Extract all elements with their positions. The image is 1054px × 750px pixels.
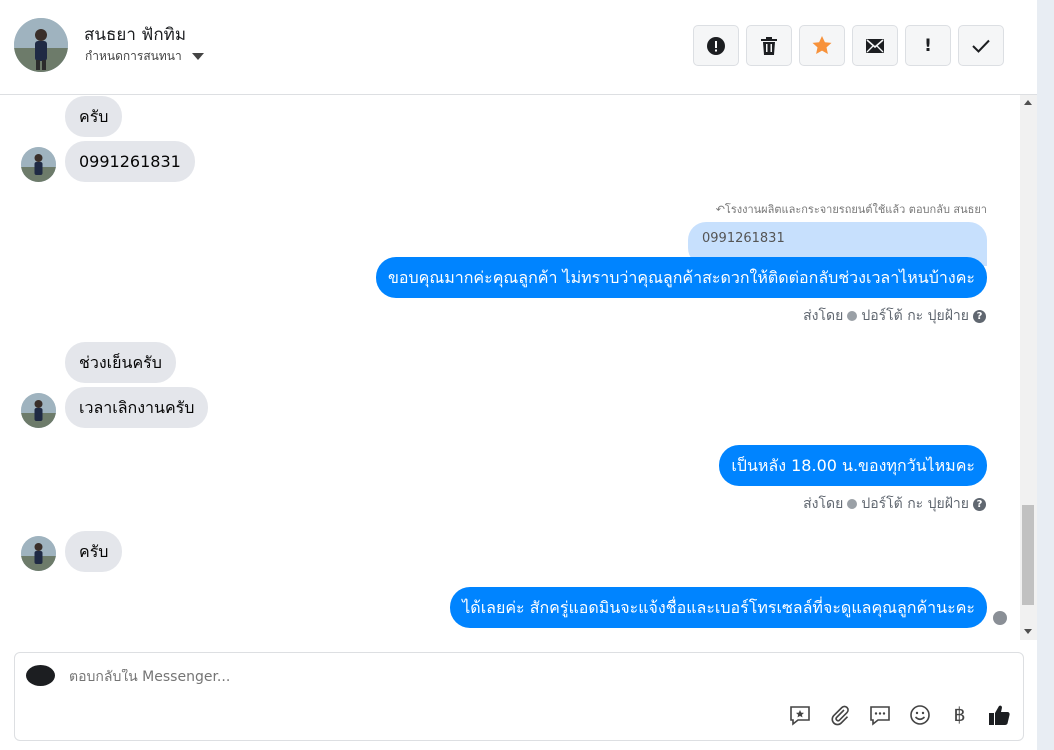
reply-composer: ฿ (14, 652, 1024, 741)
scroll-thumb[interactable] (1022, 505, 1034, 605)
seen-avatar (993, 611, 1007, 625)
message-text: ช่วงเย็นครับ (79, 353, 162, 372)
verified-icon (847, 311, 858, 321)
done-button[interactable] (958, 25, 1004, 66)
message-text: ครับ (79, 107, 109, 126)
message-text: 0991261831 (79, 152, 181, 171)
message-thread[interactable]: ครับ 0991261831 ↶โรงงานผลิตและกระจายรถยน… (0, 95, 1020, 640)
contact-name: สนธยา ฟักทิม (84, 25, 187, 45)
emoji-icon[interactable] (908, 703, 931, 726)
message-text: เวลาเลิกงานครับ (79, 398, 195, 417)
contact-avatar-small[interactable] (21, 147, 56, 182)
scroll-down-icon[interactable] (1024, 629, 1032, 634)
spam-button[interactable] (693, 25, 739, 66)
mark-unread-button[interactable] (852, 25, 898, 66)
incoming-message: ครับ (65, 531, 123, 572)
message-text: ได้เลยค่ะ สักครู่แอดมินจะแจ้งชื่อและเบอร… (462, 598, 975, 617)
alert-circle-icon (707, 36, 725, 55)
incoming-message: เวลาเลิกงานครับ (65, 387, 209, 428)
delete-button[interactable] (746, 25, 792, 66)
star-button[interactable] (799, 25, 845, 66)
incoming-message: ครับ (65, 96, 123, 137)
follow-up-button[interactable]: ! (905, 25, 951, 66)
conversation-schedule-dropdown[interactable]: กำหนดการสนทนา (85, 47, 204, 66)
sender-name: ปอร์โต้ กะ ปุยฝ้าย (861, 496, 969, 512)
incoming-message: ช่วงเย็นครับ (65, 342, 176, 383)
scroll-up-icon[interactable] (1024, 100, 1032, 105)
baht-symbol: ฿ (953, 703, 966, 726)
help-icon[interactable]: ? (973, 497, 986, 511)
check-icon (972, 39, 990, 53)
sent-by-label: ส่งโดย (803, 496, 844, 512)
message-text: ครับ (79, 542, 109, 561)
incoming-message: 0991261831 (65, 141, 195, 182)
sender-name: ปอร์โต้ กะ ปุยฝ้าย (861, 308, 969, 324)
schedule-label: กำหนดการสนทนา (85, 49, 182, 63)
saved-reply-icon[interactable] (788, 703, 811, 726)
sent-by-label: ส่งโดย (803, 308, 844, 324)
conversation-header: สนธยา ฟักทิม กำหนดการสนทนา ! (0, 0, 1037, 95)
baht-icon[interactable]: ฿ (948, 703, 971, 726)
contact-avatar[interactable] (14, 18, 68, 72)
exclamation-icon: ! (924, 35, 932, 56)
composer-actions: ฿ (788, 703, 1011, 726)
star-icon (812, 36, 832, 54)
conversation-toolbar: ! (693, 25, 1004, 66)
reply-arrow-icon: ↶ (715, 203, 725, 216)
messenger-conversation-panel: สนธยา ฟักทิม กำหนดการสนทนา ! ครับ 099126… (0, 0, 1037, 750)
outgoing-message: เป็นหลัง 18.00 น.ของทุกวันไหมคะ (719, 445, 987, 486)
attachment-icon[interactable] (828, 703, 851, 726)
reply-context-text: โรงงานผลิตและกระจายรถยนต์ใช้แล้ว ตอบกลับ… (724, 203, 987, 216)
reply-context: ↶โรงงานผลิตและกระจายรถยนต์ใช้แล้ว ตอบกลั… (716, 200, 987, 218)
message-text: ขอบคุณมากค่ะคุณลูกค้า ไม่ทราบว่าคุณลูกค้… (387, 268, 975, 287)
quoted-text: 0991261831 (702, 231, 785, 246)
mail-icon (866, 38, 884, 53)
thread-scrollbar[interactable] (1020, 95, 1037, 640)
sent-by-info: ส่งโดย ปอร์โต้ กะ ปุยฝ้าย ? (803, 305, 986, 327)
window-edge (1037, 0, 1054, 750)
sent-by-info: ส่งโดย ปอร์โต้ กะ ปุยฝ้าย ? (803, 493, 986, 515)
chevron-down-icon (191, 53, 204, 60)
help-icon[interactable]: ? (973, 309, 986, 323)
contact-avatar-small[interactable] (21, 393, 56, 428)
page-avatar (26, 665, 55, 686)
outgoing-message: ขอบคุณมากค่ะคุณลูกค้า ไม่ทราบว่าคุณลูกค้… (375, 257, 987, 298)
outgoing-message: ได้เลยค่ะ สักครู่แอดมินจะแจ้งชื่อและเบอร… (450, 587, 987, 628)
message-text: เป็นหลัง 18.00 น.ของทุกวันไหมคะ (731, 456, 975, 475)
chat-bubble-icon[interactable] (868, 703, 891, 726)
reply-input[interactable] (69, 669, 769, 685)
contact-avatar-small[interactable] (21, 536, 56, 571)
verified-icon (847, 499, 858, 509)
trash-icon (761, 36, 777, 55)
like-icon[interactable] (988, 703, 1011, 726)
